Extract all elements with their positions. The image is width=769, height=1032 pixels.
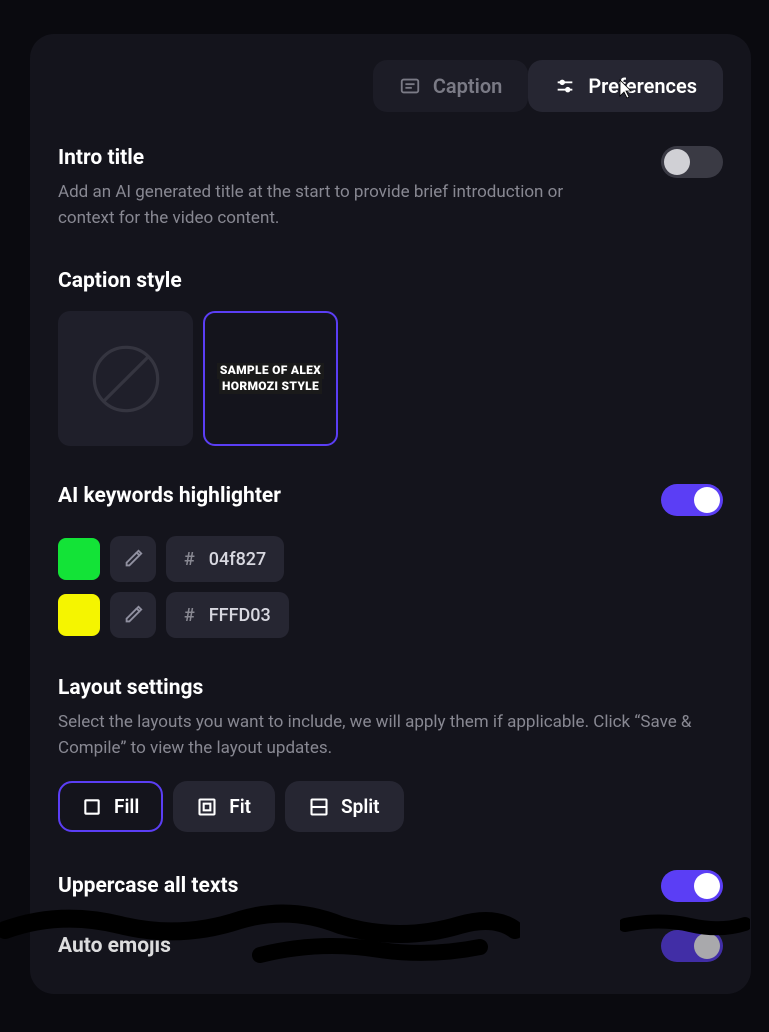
uppercase-heading: Uppercase all texts <box>58 874 238 898</box>
color-row-2: # FFFD03 <box>58 592 723 638</box>
auto-emojis-section: Auto emojis <box>58 930 723 962</box>
fill-icon <box>82 797 102 817</box>
hex-value-1: 04f827 <box>209 549 267 570</box>
layout-fill-button[interactable]: Fill <box>58 781 163 832</box>
caption-style-section: Caption style SAMPLE OF ALEX HORMOZI STY… <box>58 269 723 446</box>
style-sample-text: SAMPLE OF ALEX HORMOZI STYLE <box>209 363 332 394</box>
layout-desc: Select the layouts you want to include, … <box>58 710 718 761</box>
layout-section: Layout settings Select the layouts you w… <box>58 676 723 832</box>
uppercase-toggle[interactable] <box>661 870 723 902</box>
intro-title-toggle[interactable] <box>661 146 723 178</box>
tab-caption[interactable]: Caption <box>373 60 528 112</box>
intro-title-desc: Add an AI generated title at the start t… <box>58 180 618 231</box>
caption-style-heading: Caption style <box>58 269 723 293</box>
eyedropper-button-2[interactable] <box>110 592 156 638</box>
tab-bar: Caption Preferences <box>58 60 723 112</box>
none-icon <box>88 341 164 417</box>
split-icon <box>309 797 329 817</box>
intro-title-section: Intro title Add an AI generated title at… <box>58 146 723 231</box>
fit-icon <box>197 797 217 817</box>
hex-value-2: FFFD03 <box>209 605 271 626</box>
hex-input-2[interactable]: # FFFD03 <box>166 592 289 638</box>
layout-split-button[interactable]: Split <box>285 781 404 832</box>
layout-fit-label: Fit <box>229 795 251 818</box>
style-option-hormozi[interactable]: SAMPLE OF ALEX HORMOZI STYLE <box>203 311 338 446</box>
keywords-toggle[interactable] <box>661 484 723 516</box>
hash-symbol: # <box>184 605 195 626</box>
eyedropper-button-1[interactable] <box>110 536 156 582</box>
tab-preferences-label: Preferences <box>588 74 697 98</box>
toggle-thumb <box>694 873 720 899</box>
layout-buttons: Fill Fit Split <box>58 781 723 832</box>
auto-emojis-toggle[interactable] <box>661 930 723 962</box>
eyedropper-icon <box>122 604 144 626</box>
layout-heading: Layout settings <box>58 676 723 700</box>
color-swatch-green[interactable] <box>58 538 100 580</box>
layout-split-label: Split <box>341 795 380 818</box>
uppercase-section: Uppercase all texts <box>58 870 723 902</box>
hex-input-1[interactable]: # 04f827 <box>166 536 284 582</box>
toggle-thumb <box>664 149 690 175</box>
keywords-heading: AI keywords highlighter <box>58 484 281 508</box>
eyedropper-icon <box>122 548 144 570</box>
caption-icon <box>399 75 421 97</box>
keywords-section: AI keywords highlighter # 04f827 <box>58 484 723 638</box>
auto-emojis-heading: Auto emojis <box>58 934 171 958</box>
color-rows: # 04f827 # FFFD03 <box>58 536 723 638</box>
tab-preferences[interactable]: Preferences <box>528 60 723 112</box>
hash-symbol: # <box>184 549 195 570</box>
color-swatch-yellow[interactable] <box>58 594 100 636</box>
style-options: SAMPLE OF ALEX HORMOZI STYLE <box>58 311 723 446</box>
layout-fit-button[interactable]: Fit <box>173 781 275 832</box>
sliders-icon <box>554 75 576 97</box>
tab-caption-label: Caption <box>433 74 502 98</box>
preferences-panel: Caption Preferences Intro title Add an A… <box>30 34 751 994</box>
layout-fill-label: Fill <box>114 795 139 818</box>
style-option-none[interactable] <box>58 311 193 446</box>
intro-title-heading: Intro title <box>58 146 618 170</box>
toggle-thumb <box>694 487 720 513</box>
toggle-thumb <box>694 933 720 959</box>
color-row-1: # 04f827 <box>58 536 723 582</box>
